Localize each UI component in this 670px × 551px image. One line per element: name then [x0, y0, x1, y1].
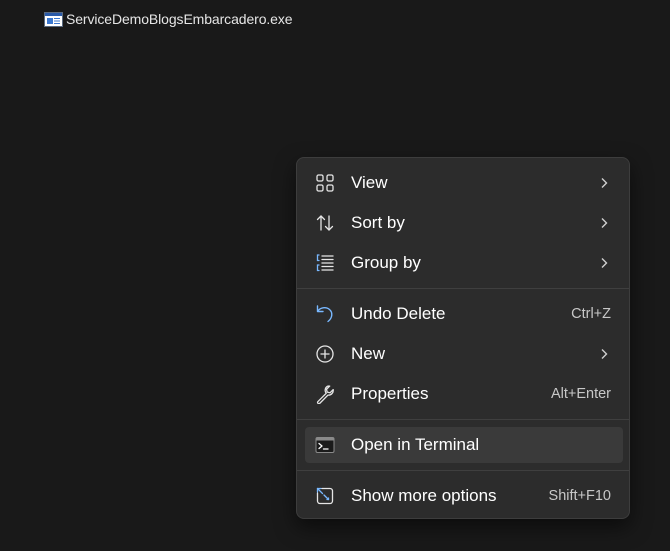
menu-item-new[interactable]: New [305, 336, 623, 372]
menu-item-label: Open in Terminal [351, 435, 480, 454]
desktop-file-item[interactable]: ServiceDemoBlogsEmbarcadero.exe [44, 10, 293, 28]
context-menu: View Sort by Group by Undo Delete Ctrl+Z… [296, 157, 630, 519]
chevron-right-icon [601, 258, 608, 268]
menu-item-shortcut: Shift+F10 [548, 488, 611, 504]
menu-item-label: New [351, 344, 386, 363]
menu-item-label: Group by [351, 253, 421, 272]
menu-item-shortcut: Ctrl+Z [571, 306, 611, 322]
menu-item-label: Undo Delete [351, 304, 446, 323]
menu-separator [297, 288, 629, 289]
menu-separator [297, 419, 629, 420]
group-by-icon [316, 254, 334, 272]
menu-separator [297, 470, 629, 471]
chevron-right-icon [601, 349, 608, 359]
menu-item-properties[interactable]: Properties Alt+Enter [305, 376, 623, 412]
menu-item-label: View [351, 173, 388, 192]
menu-item-label: Properties [351, 384, 429, 403]
menu-item-group-by[interactable]: Group by [305, 245, 623, 281]
chevron-right-icon [601, 178, 608, 188]
sort-icon [316, 215, 334, 231]
wrench-icon [316, 385, 334, 404]
menu-item-sort-by[interactable]: Sort by [305, 205, 623, 241]
menu-item-label: Show more options [351, 486, 497, 505]
chevron-right-icon [601, 218, 608, 228]
menu-item-shortcut: Alt+Enter [550, 386, 611, 402]
show-more-icon [316, 487, 334, 505]
file-name-label: ServiceDemoBlogsEmbarcadero.exe [66, 11, 293, 27]
menu-item-open-in-terminal[interactable]: Open in Terminal [305, 427, 623, 463]
undo-icon [316, 305, 333, 323]
menu-item-view[interactable]: View [305, 165, 623, 201]
view-grid-icon [316, 174, 334, 192]
menu-item-show-more-options[interactable]: Show more options Shift+F10 [305, 478, 623, 514]
terminal-icon [315, 437, 335, 453]
new-plus-icon [316, 345, 334, 363]
menu-item-undo-delete[interactable]: Undo Delete Ctrl+Z [305, 296, 623, 332]
menu-item-label: Sort by [351, 213, 405, 232]
exe-window-icon [44, 11, 63, 27]
